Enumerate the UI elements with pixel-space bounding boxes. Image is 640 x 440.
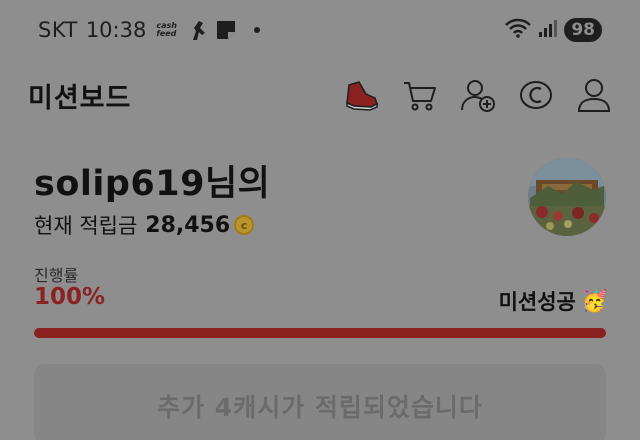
points-value: 28,456	[145, 212, 231, 238]
username: solip619님의	[34, 164, 271, 204]
mission-status-text: 미션성공	[498, 290, 576, 314]
reward-banner[interactable]: 추가 4캐시가 적립되었습니다	[34, 364, 606, 440]
cart-icon[interactable]	[402, 77, 438, 113]
page-title: 미션보드	[28, 82, 132, 114]
coin-icon: c	[234, 215, 255, 235]
avatar[interactable]	[528, 158, 606, 236]
party-face-icon: 🥳	[581, 288, 608, 313]
cash-coin-icon[interactable]	[518, 77, 554, 113]
banner-text: 추가 4캐시가 적립되었습니다	[157, 393, 483, 422]
wifi-icon	[504, 18, 532, 42]
points-line: 현재 적립금 28,456 c	[34, 210, 270, 240]
note-icon	[216, 20, 236, 40]
status-time: 10:38	[85, 18, 147, 42]
battery-icon: 98	[564, 18, 602, 42]
status-right: 98	[504, 18, 602, 42]
progress-value: 100%	[34, 284, 106, 310]
add-friend-icon[interactable]	[460, 77, 496, 113]
progress-bar	[34, 328, 606, 338]
carrier-name: SKT	[38, 18, 78, 42]
profile-section: solip619님의 현재 적립금 28,456 c	[34, 155, 270, 240]
signal-icon	[538, 18, 558, 42]
header-icons	[344, 77, 612, 113]
shoe-notification-icon	[190, 19, 208, 41]
app-header: 미션보드	[0, 62, 640, 128]
cashfeed-icon: cash feed	[156, 21, 177, 38]
sneaker-icon[interactable]	[344, 77, 380, 113]
status-bar: SKT 10:38 cash feed 98	[0, 0, 640, 60]
dot-icon	[254, 27, 261, 33]
mission-status: 미션성공 🥳	[499, 286, 608, 316]
points-label: 현재 적립금	[34, 214, 138, 238]
progress-label: 진행률	[34, 266, 79, 285]
profile-icon[interactable]	[576, 77, 612, 113]
progress-fill	[34, 328, 606, 338]
